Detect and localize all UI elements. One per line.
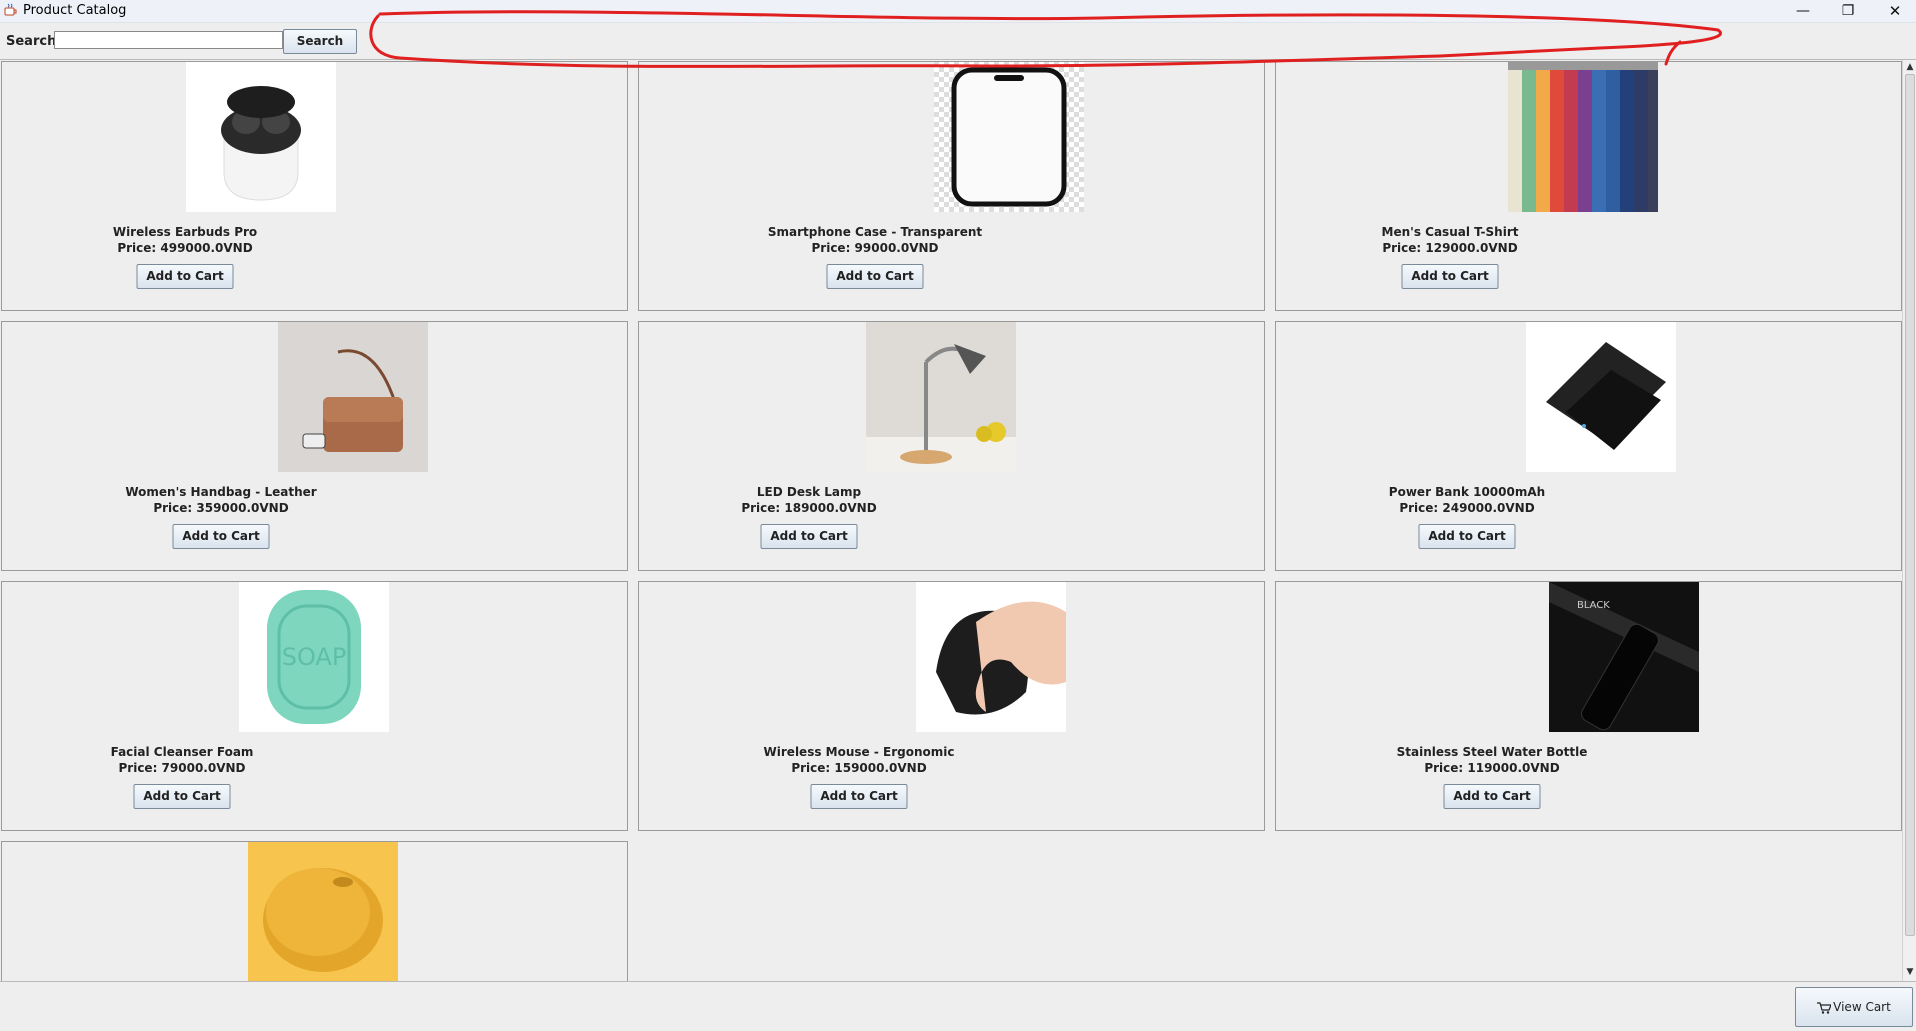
add-to-cart-button[interactable]: Add to Cart — [172, 524, 270, 549]
product-name: Power Bank 10000mAh — [1388, 485, 1546, 499]
add-to-cart-button[interactable]: Add to Cart — [1418, 524, 1516, 549]
product-name: LED Desk Lamp — [756, 485, 862, 499]
minimize-button[interactable]: — — [1780, 0, 1826, 22]
product-name: Facial Cleanser Foam — [110, 745, 254, 759]
vertical-scrollbar[interactable]: ▲ ▼ — [1902, 60, 1916, 981]
speaker-image — [248, 842, 398, 981]
product-price: Price: 79000.0VND — [118, 761, 246, 775]
product-scroll-pane[interactable]: Wireless Earbuds Pro Price: 499000.0VND Ad… — [0, 59, 1916, 982]
product-card: BLACK Stainless Steel Water Bottle Price: … — [1275, 581, 1902, 831]
product-price: Price: 129000.0VND — [1382, 241, 1518, 255]
add-to-cart-button[interactable]: Add to Cart — [136, 264, 234, 289]
product-card: Wireless Mouse - Ergonomic Price: 159000.… — [638, 581, 1265, 831]
cart-icon — [1817, 1001, 1832, 1014]
water-bottle-image: BLACK — [1549, 582, 1699, 732]
product-price: Price: 249000.0VND — [1399, 501, 1535, 515]
product-card: Women's Handbag - Leather Price: 359000.0… — [1, 321, 628, 571]
product-name: Wireless Mouse - Ergonomic — [763, 745, 955, 759]
search-button[interactable]: Search — [283, 29, 357, 54]
product-name: Smartphone Case - Transparent — [767, 225, 983, 239]
power-bank-image — [1526, 322, 1676, 472]
product-card: SOAP Facial Cleanser Foam Price: 79000.0VN… — [1, 581, 628, 831]
scrollbar-thumb[interactable] — [1905, 74, 1915, 936]
view-cart-label: View Cart — [1833, 1000, 1891, 1014]
product-price: Price: 119000.0VND — [1424, 761, 1560, 775]
desk-lamp-image — [866, 322, 1016, 472]
add-to-cart-button[interactable]: Add to Cart — [760, 524, 858, 549]
product-card: LED Desk Lamp Price: 189000.0VND Add to Ca… — [638, 321, 1265, 571]
earbuds-image — [186, 62, 336, 212]
add-to-cart-button[interactable]: Add to Cart — [133, 784, 231, 809]
soap-image: SOAP — [239, 582, 389, 732]
product-price: Price: 99000.0VND — [811, 241, 939, 255]
java-app-icon — [4, 3, 17, 16]
product-name: Women's Handbag - Leather — [125, 485, 317, 499]
add-to-cart-button[interactable]: Add to Cart — [1443, 784, 1541, 809]
window-titlebar: Product Catalog — ❐ ✕ — [0, 0, 1916, 23]
product-card: Wireless Earbuds Pro Price: 499000.0VND Ad… — [1, 61, 628, 311]
tshirts-image — [1508, 62, 1664, 212]
phone-case-image — [934, 62, 1084, 212]
product-card: Power Bank 10000mAh Price: 249000.0VND Add… — [1275, 321, 1902, 571]
add-to-cart-button[interactable]: Add to Cart — [1401, 264, 1499, 289]
handbag-image — [278, 322, 428, 472]
scroll-up-arrow-icon[interactable]: ▲ — [1903, 60, 1916, 74]
product-name: Stainless Steel Water Bottle — [1396, 745, 1588, 759]
product-name: Wireless Earbuds Pro — [112, 225, 258, 239]
add-to-cart-button[interactable]: Add to Cart — [826, 264, 924, 289]
product-price: Price: 499000.0VND — [117, 241, 253, 255]
product-name: Men's Casual T-Shirt — [1381, 225, 1519, 239]
product-card: Men's Casual T-Shirt Price: 129000.0VND Ad… — [1275, 61, 1902, 311]
product-price: Price: 359000.0VND — [153, 501, 289, 515]
product-price: Price: 159000.0VND — [791, 761, 927, 775]
maximize-button[interactable]: ❐ — [1825, 0, 1871, 22]
product-card: Smartphone Case - Transparent Price: 9900… — [638, 61, 1265, 311]
scroll-down-arrow-icon[interactable]: ▼ — [1903, 965, 1916, 979]
window-title: Product Catalog — [23, 3, 127, 18]
search-input[interactable] — [54, 31, 283, 49]
bottle-image-text: BLACK — [1577, 600, 1610, 611]
product-price: Price: 189000.0VND — [741, 501, 877, 515]
add-to-cart-button[interactable]: Add to Cart — [810, 784, 908, 809]
mouse-image — [916, 582, 1066, 732]
view-cart-button[interactable]: View Cart — [1795, 987, 1913, 1027]
product-card — [1, 841, 628, 981]
close-button[interactable]: ✕ — [1872, 0, 1916, 22]
soap-image-text: SOAP — [282, 643, 347, 671]
